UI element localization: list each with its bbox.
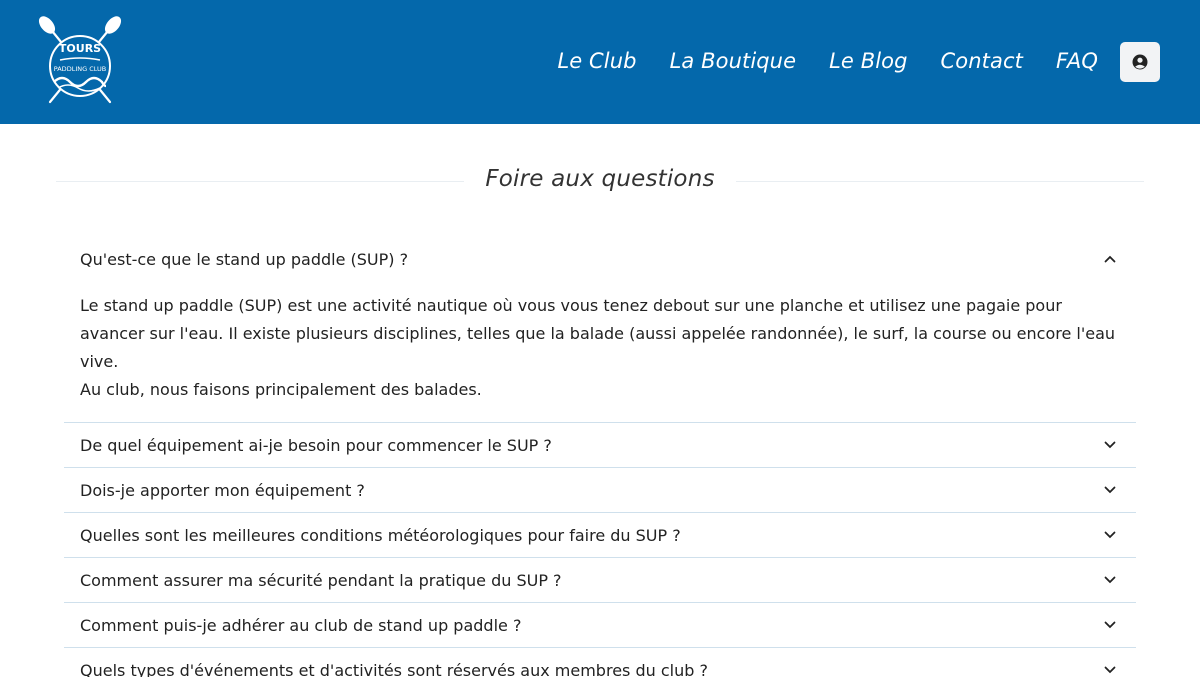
faq-answer: Le stand up paddle (SUP) est une activit… xyxy=(64,282,1136,422)
faq-question-toggle[interactable]: Qu'est-ce que le stand up paddle (SUP) ? xyxy=(64,236,1136,282)
faq-accordion: Qu'est-ce que le stand up paddle (SUP) ?… xyxy=(64,236,1136,677)
faq-question-text: Quelles sont les meilleures conditions m… xyxy=(80,525,681,545)
page-title-block: Foire aux questions xyxy=(56,160,1144,204)
main-nav: Le Club La Boutique Le Blog Contact FAQ xyxy=(557,44,1098,78)
faq-question-toggle[interactable]: Quelles sont les meilleures conditions m… xyxy=(64,513,1136,557)
account-button[interactable] xyxy=(1120,42,1160,82)
nav-link-faq[interactable]: FAQ xyxy=(1056,44,1098,78)
chevron-down-icon xyxy=(1104,441,1116,449)
nav-link-contact[interactable]: Contact xyxy=(941,44,1023,78)
faq-item: Comment assurer ma sécurité pendant la p… xyxy=(64,558,1136,603)
faq-question-toggle[interactable]: Quels types d'événements et d'activités … xyxy=(64,648,1136,677)
faq-question-toggle[interactable]: Dois-je apporter mon équipement ? xyxy=(64,468,1136,512)
faq-question-text: Comment assurer ma sécurité pendant la p… xyxy=(80,570,562,590)
chevron-down-icon xyxy=(1104,531,1116,539)
chevron-down-icon xyxy=(1104,666,1116,674)
site-header: TOURS PADDLING CLUB Le Club La Boutique … xyxy=(0,0,1200,124)
faq-item: Comment puis-je adhérer au club de stand… xyxy=(64,603,1136,648)
title-divider-right xyxy=(736,181,1144,182)
faq-item: De quel équipement ai-je besoin pour com… xyxy=(64,423,1136,468)
chevron-down-icon xyxy=(1104,486,1116,494)
logo-graphic: TOURS PADDLING CLUB xyxy=(38,16,122,104)
club-logo[interactable]: TOURS PADDLING CLUB xyxy=(38,16,122,108)
faq-question-toggle[interactable]: De quel équipement ai-je besoin pour com… xyxy=(64,423,1136,467)
faq-answer-paragraph: Le stand up paddle (SUP) est une activit… xyxy=(80,296,1116,371)
faq-item: Quels types d'événements et d'activités … xyxy=(64,648,1136,677)
chevron-up-icon xyxy=(1104,255,1116,263)
faq-question-text: Qu'est-ce que le stand up paddle (SUP) ? xyxy=(80,249,409,269)
page-title: Foire aux questions xyxy=(485,166,715,192)
faq-question-toggle[interactable]: Comment assurer ma sécurité pendant la p… xyxy=(64,558,1136,602)
faq-answer-paragraph: Au club, nous faisons principalement des… xyxy=(80,380,482,399)
nav-link-la-boutique[interactable]: La Boutique xyxy=(670,44,797,78)
faq-item: Qu'est-ce que le stand up paddle (SUP) ?… xyxy=(64,236,1136,423)
faq-question-toggle[interactable]: Comment puis-je adhérer au club de stand… xyxy=(64,603,1136,647)
nav-link-le-club[interactable]: Le Club xyxy=(557,44,636,78)
user-circle-icon xyxy=(1132,54,1148,70)
chevron-down-icon xyxy=(1104,576,1116,584)
faq-question-text: Dois-je apporter mon équipement ? xyxy=(80,480,365,500)
logo-text-bottom: PADDLING CLUB xyxy=(54,65,107,73)
faq-question-text: Comment puis-je adhérer au club de stand… xyxy=(80,615,522,635)
chevron-down-icon xyxy=(1104,621,1116,629)
faq-item: Quelles sont les meilleures conditions m… xyxy=(64,513,1136,558)
faq-question-text: Quels types d'événements et d'activités … xyxy=(80,660,708,677)
faq-question-text: De quel équipement ai-je besoin pour com… xyxy=(80,435,552,455)
nav-link-le-blog[interactable]: Le Blog xyxy=(829,44,907,78)
faq-item: Dois-je apporter mon équipement ? xyxy=(64,468,1136,513)
logo-text-top: TOURS xyxy=(59,42,101,55)
